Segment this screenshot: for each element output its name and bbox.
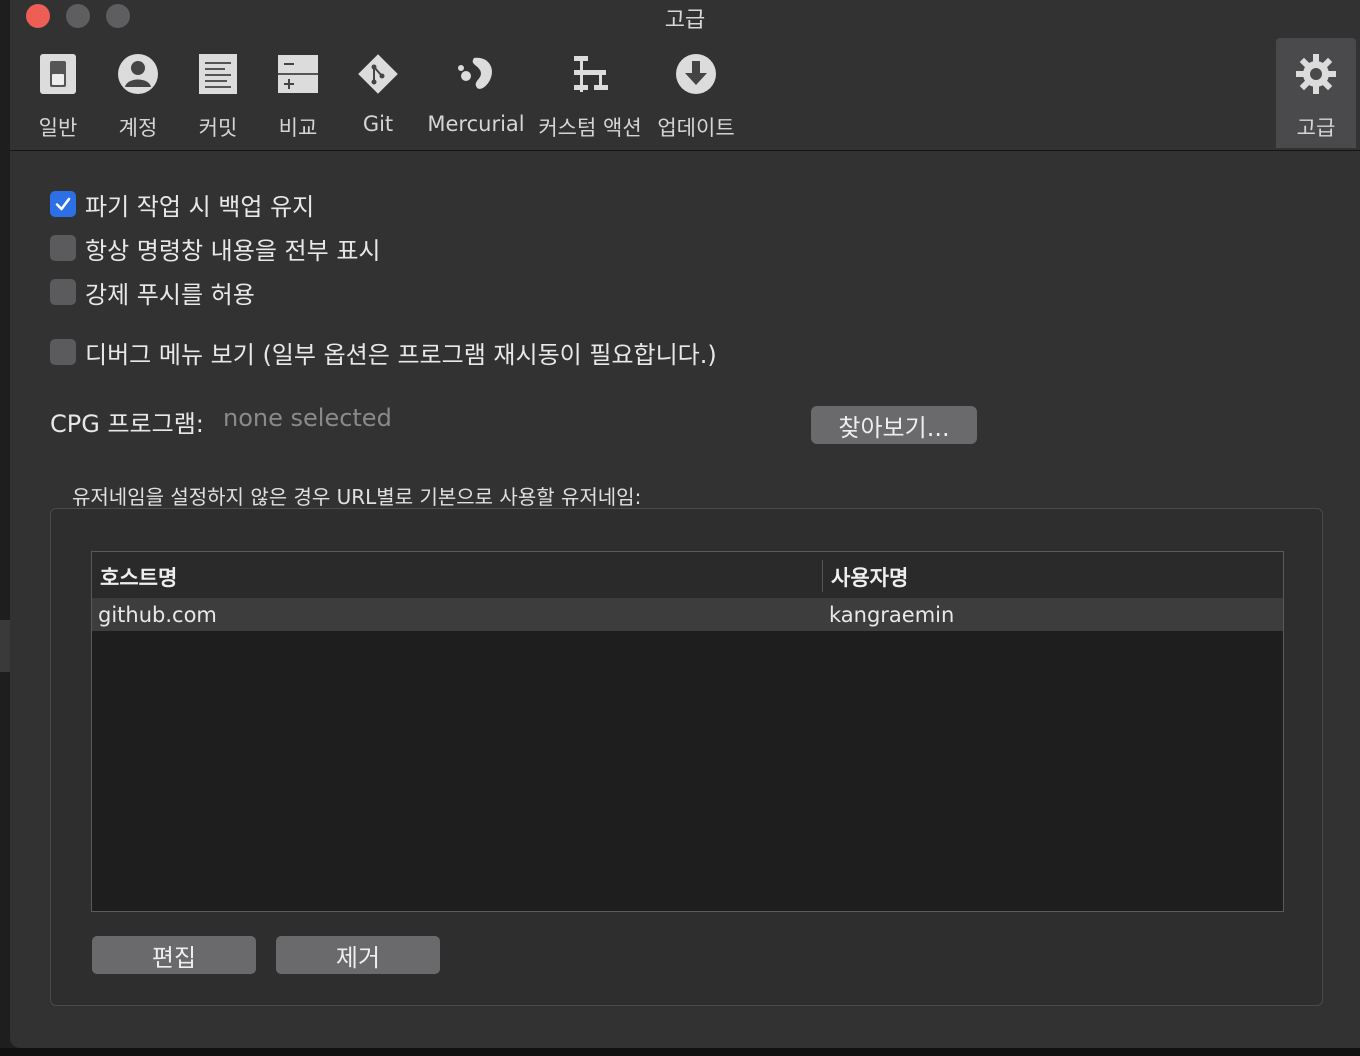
keep-backup-checkbox[interactable] [50, 191, 76, 217]
column-header-user[interactable]: 사용자명 [831, 562, 908, 592]
tab-commit-label: 커밋 [198, 116, 238, 140]
browse-button[interactable]: 찾아보기... [811, 406, 977, 444]
option-keep-backup[interactable]: 파기 작업 시 백업 유지 [50, 189, 315, 221]
table-row[interactable]: github.com kangraemin [92, 599, 1283, 631]
tab-diff-label: 비교 [278, 116, 318, 140]
tab-advanced[interactable]: 고급 [1276, 38, 1356, 148]
cpg-program-value: none selected [223, 404, 392, 432]
tab-account[interactable]: 계정 [108, 38, 168, 148]
option-allow-force-push[interactable]: 강제 푸시를 허용 [50, 277, 255, 309]
row-host-cell: github.com [98, 603, 217, 627]
column-divider [822, 560, 823, 592]
preferences-window: 고급 일반 계정 커밋 비교 Git Mercurial 커스텀 액션 업데이트… [10, 0, 1360, 1048]
tab-commit[interactable]: 커밋 [188, 38, 248, 148]
window-title: 고급 [664, 8, 706, 33]
usernames-table[interactable]: 호스트명 사용자명 github.com kangraemin [91, 551, 1284, 912]
option-debug-menu[interactable]: 디버그 메뉴 보기 (일부 옵션은 프로그램 재시동이 필요합니다.) [50, 337, 717, 369]
tab-custom-actions-label: 커스텀 액션 [538, 116, 642, 140]
update-download-icon [676, 54, 716, 94]
account-person-icon [118, 54, 158, 94]
tab-git[interactable]: Git [348, 38, 408, 148]
tab-mercurial[interactable]: Mercurial [424, 38, 528, 148]
allow-force-push-checkbox[interactable] [50, 279, 76, 305]
table-header: 호스트명 사용자명 [92, 552, 1283, 599]
tab-general[interactable]: 일반 [28, 38, 88, 148]
option-show-full-output[interactable]: 항상 명령창 내용을 전부 표시 [50, 233, 381, 265]
tab-account-label: 계정 [118, 116, 158, 140]
row-user-cell: kangraemin [829, 603, 955, 627]
tab-update[interactable]: 업데이트 [656, 38, 736, 148]
tab-mercurial-label: Mercurial [427, 112, 525, 136]
debug-menu-checkbox[interactable] [50, 339, 76, 365]
cpg-program-label: CPG 프로그램: [50, 410, 204, 438]
gear-icon [1296, 54, 1336, 94]
custom-actions-icon [574, 56, 608, 92]
background-bar [0, 1048, 1360, 1056]
show-full-output-checkbox[interactable] [50, 235, 76, 261]
mercurial-icon [458, 57, 493, 89]
commit-document-icon [199, 54, 237, 94]
git-branch-icon [358, 54, 398, 94]
tab-update-label: 업데이트 [657, 116, 735, 140]
tab-general-label: 일반 [38, 116, 78, 140]
preferences-toolbar: 일반 계정 커밋 비교 Git Mercurial 커스텀 액션 업데이트 고급 [10, 38, 1360, 151]
tab-git-label: Git [362, 112, 394, 136]
keep-backup-label: 파기 작업 시 백업 유지 [85, 192, 315, 221]
allow-force-push-label: 강제 푸시를 허용 [85, 280, 255, 309]
column-header-host[interactable]: 호스트명 [100, 562, 177, 592]
background-window-edge [0, 620, 10, 672]
tab-advanced-label: 고급 [1296, 116, 1336, 140]
diff-compare-icon [278, 55, 318, 93]
usernames-group: 호스트명 사용자명 github.com kangraemin 편집 제거 [50, 508, 1323, 1006]
general-switch-icon [40, 54, 76, 94]
tab-diff[interactable]: 비교 [268, 38, 328, 148]
remove-button[interactable]: 제거 [276, 936, 440, 974]
show-full-output-label: 항상 명령창 내용을 전부 표시 [85, 236, 381, 265]
edit-button[interactable]: 편집 [92, 936, 256, 974]
debug-menu-label: 디버그 메뉴 보기 (일부 옵션은 프로그램 재시동이 필요합니다.) [85, 340, 717, 369]
tab-custom-actions[interactable]: 커스텀 액션 [538, 38, 642, 148]
checkmark-icon [55, 197, 71, 211]
usernames-group-label: 유저네임을 설정하지 않은 경우 URL별로 기본으로 사용할 유저네임: [72, 485, 642, 509]
